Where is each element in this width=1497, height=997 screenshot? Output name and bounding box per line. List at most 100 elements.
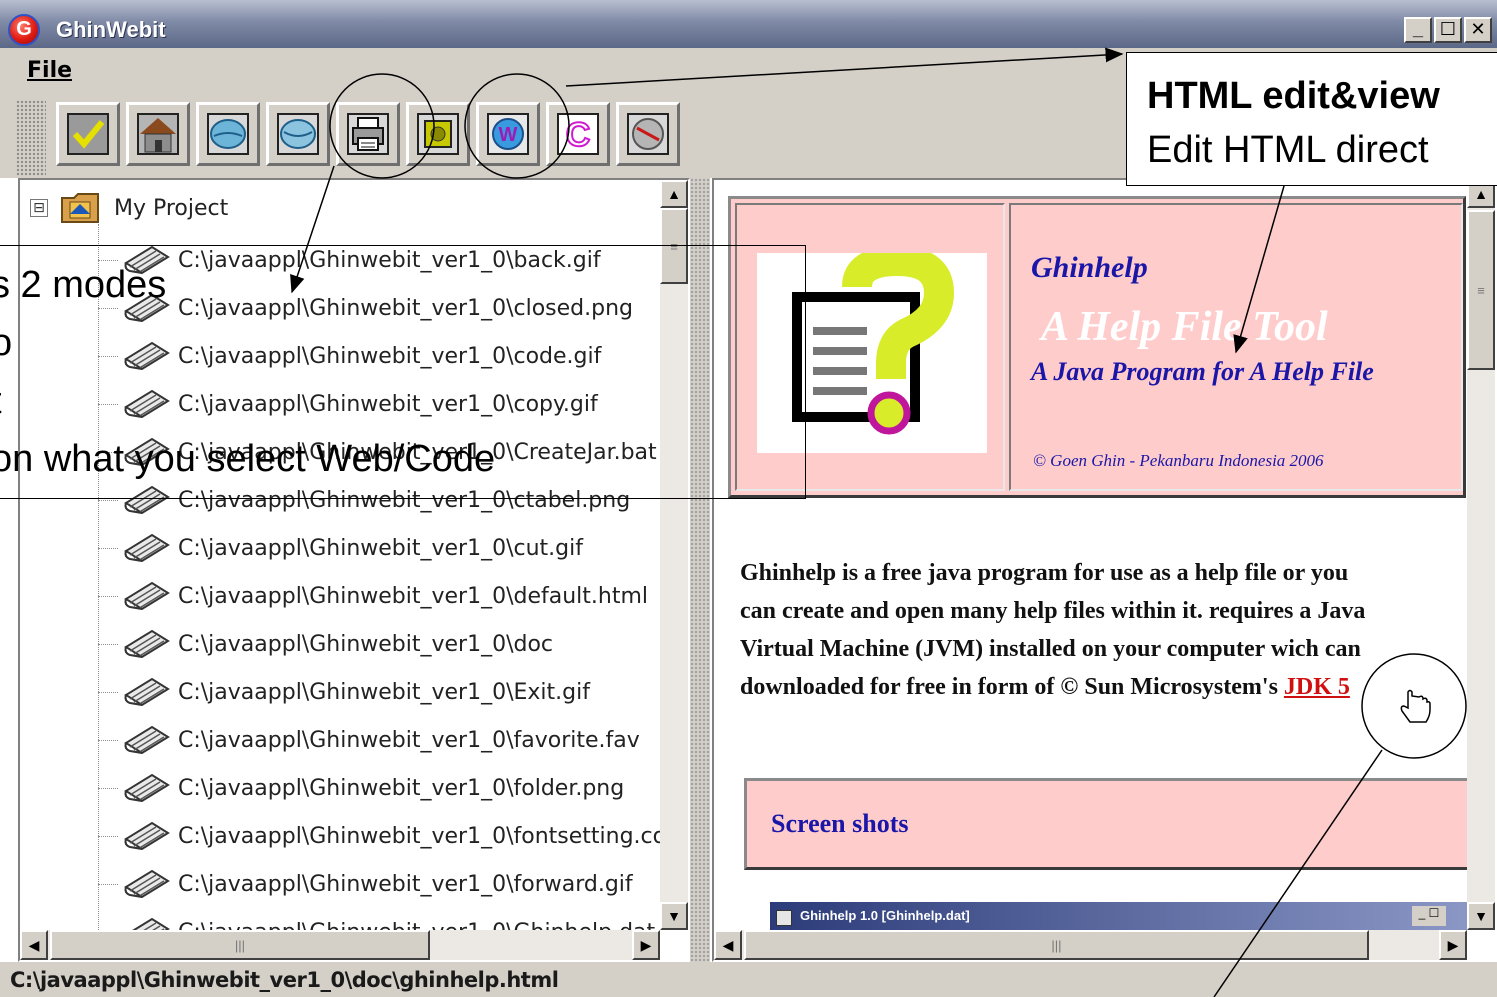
callout-html-edit-body: Edit HTML direct xyxy=(1147,129,1429,171)
collapse-toggle[interactable]: ⊟ xyxy=(30,199,48,217)
preview-window-buttons: _ ☐ xyxy=(1412,906,1446,926)
view-scroll-left-button[interactable]: ◀ xyxy=(714,930,742,960)
callout-modes: s 2 modes o t on what you select Web/Cod… xyxy=(0,245,806,499)
minimize-button[interactable]: _ xyxy=(1404,17,1432,43)
tree-item-label: C:\javaappl\Ghinwebit_ver1_0\cut.gif xyxy=(178,535,583,561)
tree-item[interactable]: C:\javaappl\Ghinwebit_ver1_0\cut.gif xyxy=(98,524,583,572)
file-icon xyxy=(124,869,170,899)
tree-connector xyxy=(98,643,118,645)
exit-icon xyxy=(627,113,669,155)
tree-item-label: C:\javaappl\Ghinwebit_ver1_0\favorite.fa… xyxy=(178,727,640,753)
close-button[interactable]: ✕ xyxy=(1464,17,1492,43)
file-icon xyxy=(124,821,170,851)
file-icon xyxy=(124,581,170,611)
tree-horizontal-scrollbar[interactable]: ◀ ||| ▶ xyxy=(20,930,660,960)
tree-scroll-right-button[interactable]: ▶ xyxy=(632,930,660,960)
view-horizontal-scrollbar[interactable]: ◀ ||| ▶ xyxy=(714,930,1467,960)
title-bar: G GhinWebit _ ☐ ✕ xyxy=(0,0,1497,48)
toolbar-button-image[interactable] xyxy=(406,102,470,166)
description-line: can create and open many help files with… xyxy=(740,598,1366,624)
view-hscroll-thumb[interactable]: ||| xyxy=(744,930,1369,960)
tree-item[interactable]: C:\javaappl\Ghinwebit_ver1_0\Exit.gif xyxy=(98,668,590,716)
status-bar: C:\javaappl\Ghinwebit_ver1_0\doc\ghinhel… xyxy=(0,962,1497,997)
maximize-button[interactable]: ☐ xyxy=(1434,17,1462,43)
tree-item-label: C:\javaappl\Ghinwebit_ver1_0\doc xyxy=(178,631,554,657)
tree-scroll-up-button[interactable]: ▲ xyxy=(660,180,688,208)
screenshots-heading: Screen shots xyxy=(771,809,909,838)
tree-item-label: C:\javaappl\Ghinwebit_ver1_0\Ghinhelp.da… xyxy=(178,920,655,931)
svg-text:W: W xyxy=(499,124,518,146)
callout-modes-line: o xyxy=(0,322,13,364)
tree-item[interactable]: C:\javaappl\Ghinwebit_ver1_0\default.htm… xyxy=(98,572,648,620)
banner-subtitle: A Help File Tool xyxy=(1041,304,1328,350)
toolbar-grip[interactable] xyxy=(16,100,46,176)
tree-connector xyxy=(98,691,118,693)
file-icon xyxy=(124,773,170,803)
file-icon xyxy=(124,725,170,755)
back-icon xyxy=(207,113,249,155)
banner-tagline: A Java Program for A Help File xyxy=(1031,357,1374,386)
tree-connector xyxy=(98,883,118,885)
tree-item[interactable]: C:\javaappl\Ghinwebit_ver1_0\fontsetting… xyxy=(98,812,660,860)
tree-item-label: C:\javaappl\Ghinwebit_ver1_0\folder.png xyxy=(178,775,625,801)
description-text: Ghinhelp is a free java program for use … xyxy=(740,554,1467,706)
tree-item[interactable]: C:\javaappl\Ghinwebit_ver1_0\doc xyxy=(98,620,553,668)
file-icon xyxy=(124,677,170,707)
html-view-panel: Ghinhelp A Help File Tool A Java Program… xyxy=(712,178,1497,962)
description-line: Ghinhelp is a free java program for use … xyxy=(740,560,1349,586)
tree-scroll-left-button[interactable]: ◀ xyxy=(20,930,48,960)
code-mode-icon: C xyxy=(557,113,599,155)
toolbar-button-web-mode[interactable]: W xyxy=(476,102,540,166)
toolbar-button-code-mode[interactable]: C xyxy=(546,102,610,166)
tree-item-label: C:\javaappl\Ghinwebit_ver1_0\forward.gif xyxy=(178,871,633,897)
banner-product-name: Ghinhelp xyxy=(1031,251,1148,284)
toolbar-button-forward[interactable] xyxy=(266,102,330,166)
tree-item[interactable]: C:\javaappl\Ghinwebit_ver1_0\favorite.fa… xyxy=(98,716,640,764)
tree-connector xyxy=(98,499,118,501)
tree-connector xyxy=(98,595,118,597)
tree-scroll-down-button[interactable]: ▼ xyxy=(660,902,688,930)
tree-hscroll-thumb[interactable]: ||| xyxy=(50,930,430,960)
image-icon xyxy=(417,113,459,155)
tree-root[interactable]: ⊟ My Project xyxy=(30,190,228,226)
html-view: Ghinhelp A Help File Tool A Java Program… xyxy=(714,180,1467,930)
tree-connector xyxy=(98,835,118,837)
tree-item[interactable]: C:\javaappl\Ghinwebit_ver1_0\folder.png xyxy=(98,764,624,812)
toolbar-button-check[interactable] xyxy=(56,102,120,166)
file-icon xyxy=(124,629,170,659)
tree-item-label: C:\javaappl\Ghinwebit_ver1_0\Exit.gif xyxy=(178,679,590,705)
view-scroll-thumb[interactable]: ≡ xyxy=(1467,210,1495,370)
home-icon xyxy=(137,113,179,155)
callout-modes-line: t xyxy=(0,380,2,423)
tree-item-label: C:\javaappl\Ghinwebit_ver1_0\fontsetting… xyxy=(178,823,660,849)
help-banner: Ghinhelp A Help File Tool A Java Program… xyxy=(728,196,1466,498)
forward-icon xyxy=(277,113,319,155)
file-icon xyxy=(124,533,170,563)
view-vertical-scrollbar[interactable]: ▲ ≡ ▼ xyxy=(1467,180,1495,930)
toolbar-button-back[interactable] xyxy=(196,102,260,166)
view-scroll-right-button[interactable]: ▶ xyxy=(1439,930,1467,960)
callout-modes-line: s 2 modes xyxy=(0,264,167,306)
web-mode-icon: W xyxy=(487,113,529,155)
jdk-link[interactable]: JDK 5 xyxy=(1284,674,1350,700)
preview-title: Ghinhelp 1.0 [Ghinhelp.dat] xyxy=(800,908,970,923)
callout-html-edit: HTML edit&view Edit HTML direct xyxy=(1126,52,1497,186)
app-logo-icon[interactable]: G xyxy=(8,14,40,46)
menu-file[interactable]: File xyxy=(27,58,72,83)
tree-item-label: C:\javaappl\Ghinwebit_ver1_0\default.htm… xyxy=(178,583,649,609)
screenshots-section: Screen shots xyxy=(744,778,1467,870)
callout-html-edit-title: HTML edit&view xyxy=(1147,75,1440,117)
tree-item[interactable]: C:\javaappl\Ghinwebit_ver1_0\Ghinhelp.da… xyxy=(98,908,655,930)
description-line-text: downloaded for free in form of © Sun Mic… xyxy=(740,674,1278,700)
tree-root-label: My Project xyxy=(114,195,229,221)
toolbar-button-exit[interactable] xyxy=(616,102,680,166)
tree-connector xyxy=(98,739,118,741)
window-title: GhinWebit xyxy=(56,17,166,42)
status-path: C:\javaappl\Ghinwebit_ver1_0\doc\ghinhel… xyxy=(10,968,559,992)
view-scroll-down-button[interactable]: ▼ xyxy=(1467,902,1495,930)
description-line: downloaded for free in form of © Sun Mic… xyxy=(740,668,1467,706)
toolbar-button-print[interactable] xyxy=(336,102,400,166)
tree-item[interactable]: C:\javaappl\Ghinwebit_ver1_0\forward.gif xyxy=(98,860,633,908)
toolbar-button-home[interactable] xyxy=(126,102,190,166)
tree-connector xyxy=(98,547,118,549)
